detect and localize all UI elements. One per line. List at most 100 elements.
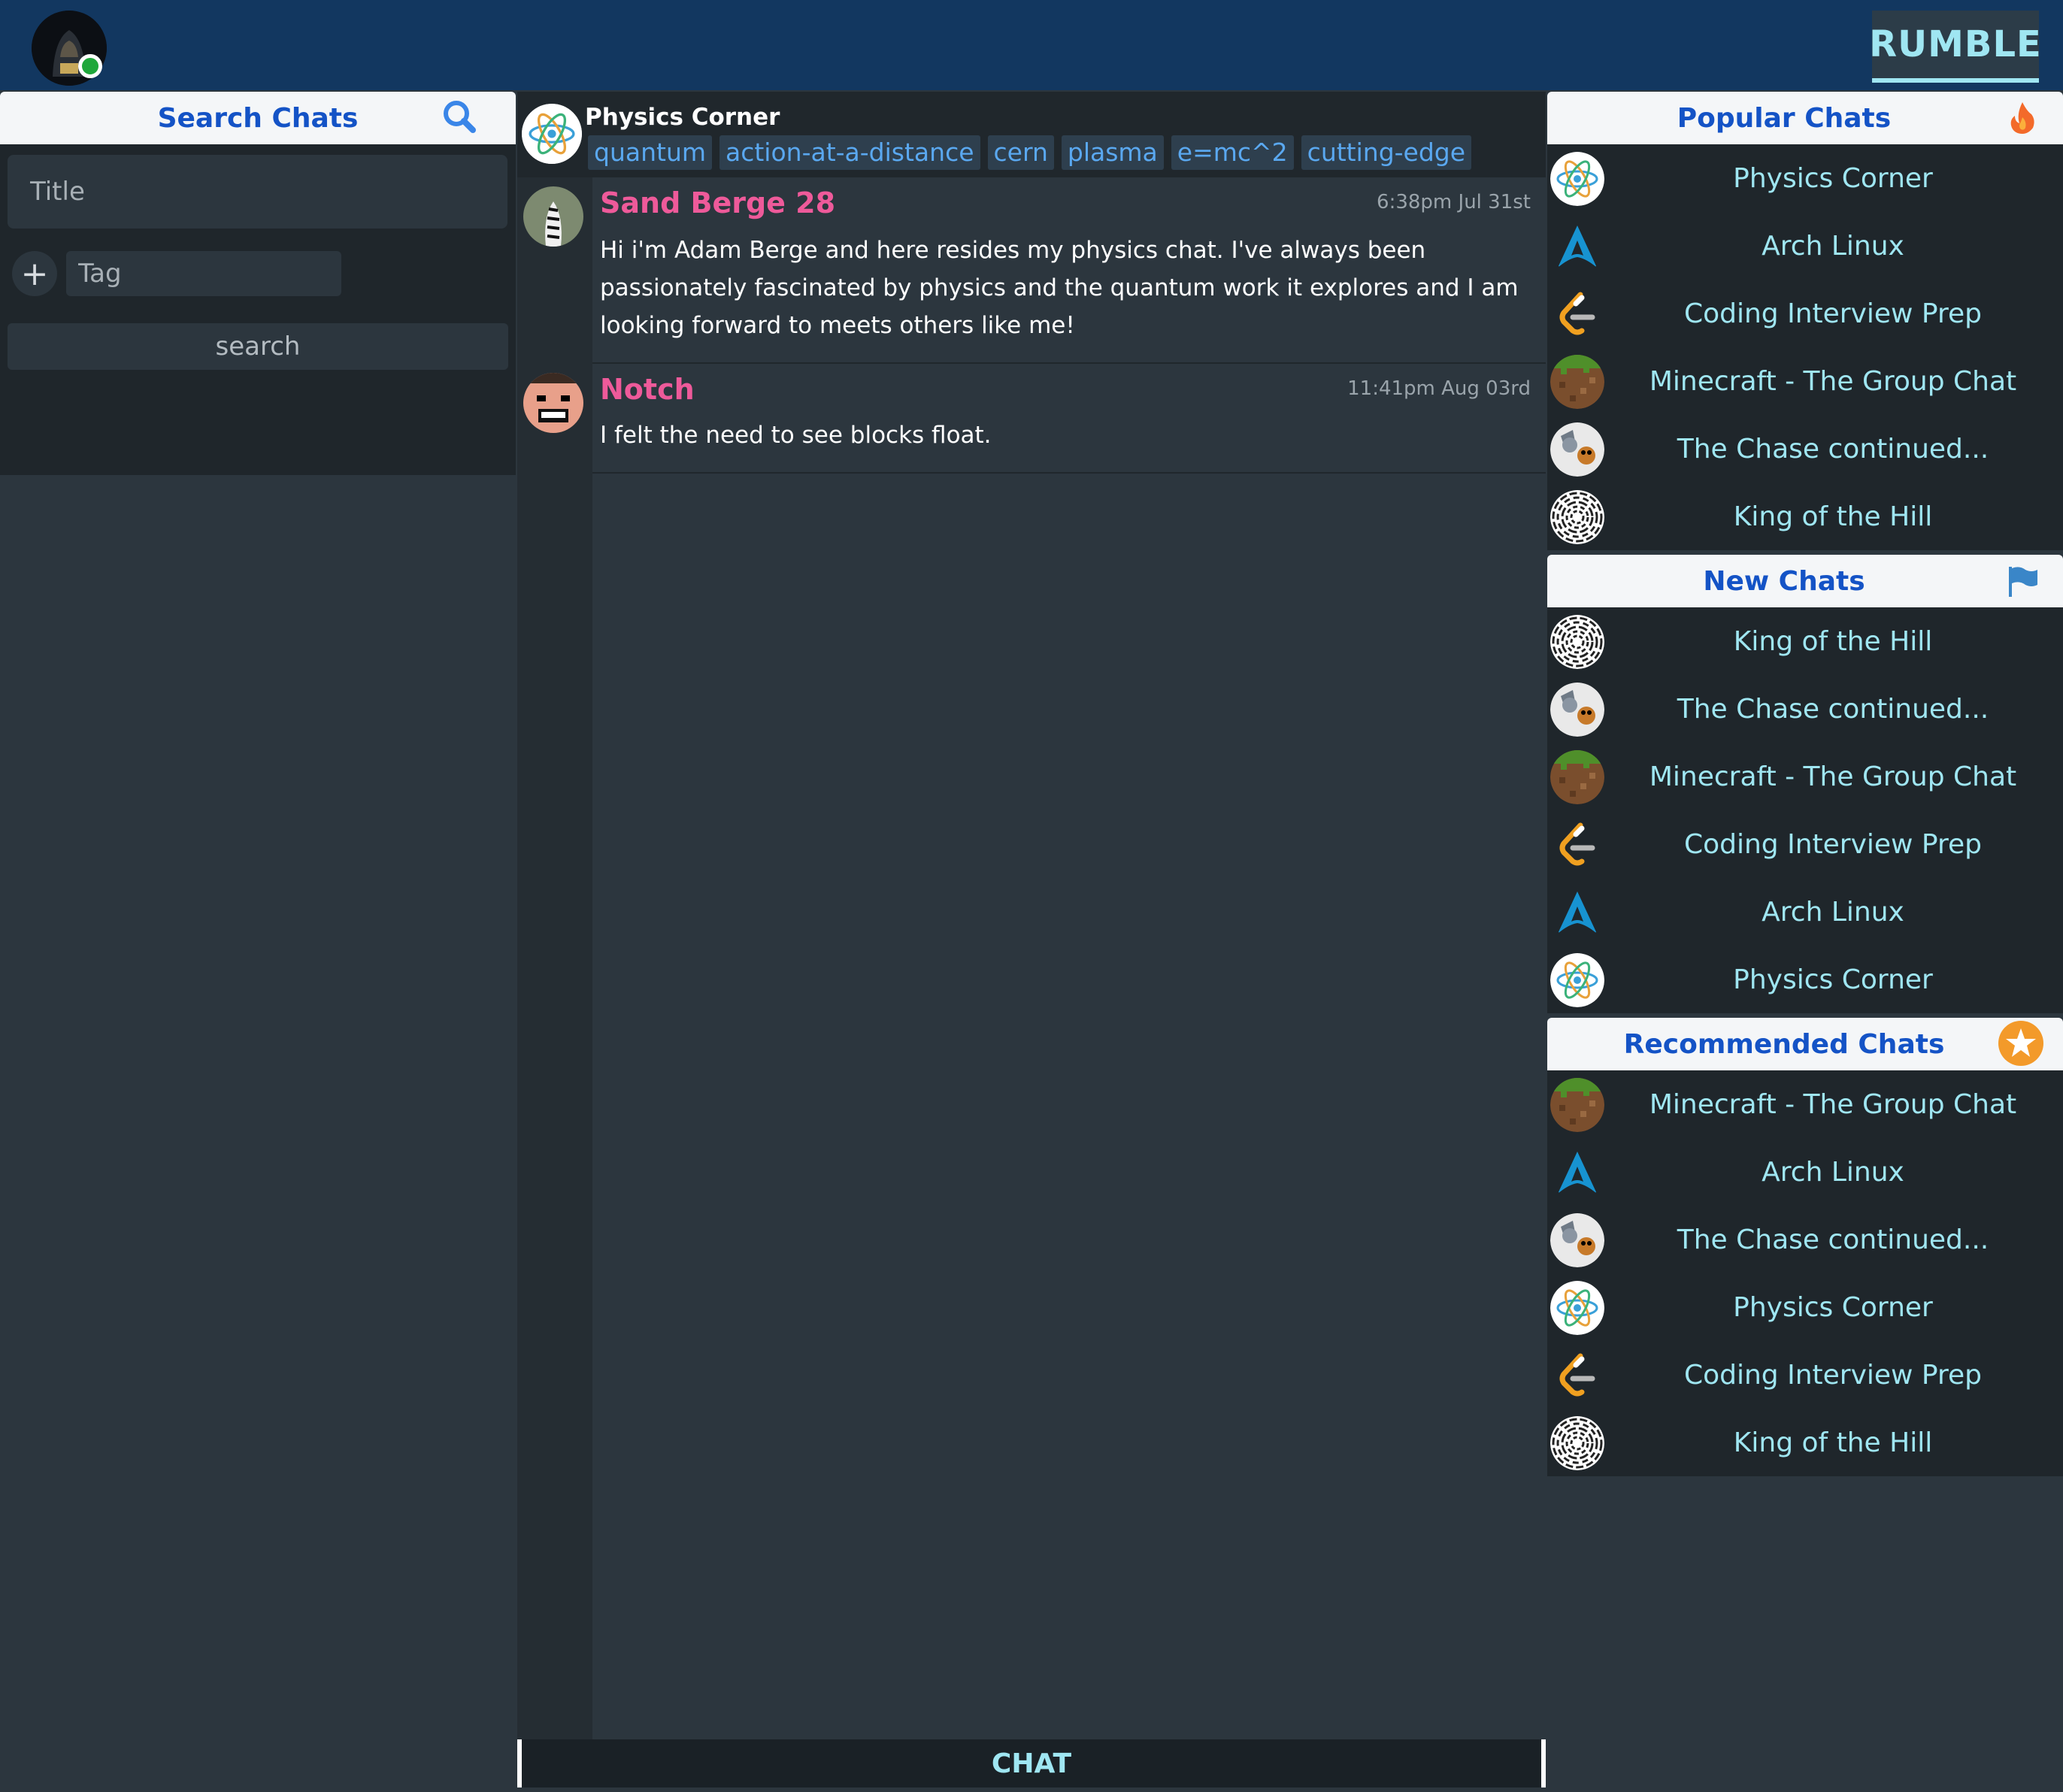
maze-icon [1550,1416,1604,1470]
recommended-chats-header: Recommended Chats [1547,1018,2063,1070]
list-item-label: Coding Interview Prep [1683,298,1983,329]
list-item-label: King of the Hill [1733,501,1933,532]
message-text: I felt the need to see blocks float. [600,422,992,449]
maze-icon [1550,615,1604,669]
list-item[interactable]: Arch Linux [1547,878,2063,946]
tag-input[interactable] [66,251,341,296]
chat-tag[interactable]: quantum [588,135,712,170]
dirt-block-icon [1550,750,1604,804]
list-item[interactable]: Physics Corner [1547,1273,2063,1341]
list-item-label: Physics Corner [1733,1291,1933,1323]
dirt-block-icon [1550,355,1604,409]
zebra-icon [523,186,583,247]
notch-icon [523,373,583,433]
leetcode-icon [1550,1349,1604,1403]
chat-tag[interactable]: plasma [1061,135,1164,170]
popular-chats-list: Physics Corner Arch Linux Coding Intervi… [1547,144,2063,550]
star-icon [1998,1021,2043,1066]
atom-icon [522,104,582,164]
arch-icon [1550,885,1604,940]
leetcode-icon [1550,818,1604,872]
search-panel: Search Chats + search [0,92,516,1792]
maze-icon [1550,490,1604,544]
chat-tag[interactable]: cutting-edge [1301,135,1472,170]
chat-tags: quantum action-at-a-distance cern plasma… [588,135,1472,170]
list-item[interactable]: Arch Linux [1547,1138,2063,1206]
add-tag-button[interactable]: + [12,251,57,296]
tom-jerry-icon [1550,1213,1604,1267]
list-item-label: Minecraft - The Group Chat [1649,1088,2017,1120]
search-icon[interactable] [442,99,477,134]
popular-chats-title: Popular Chats [1677,102,1892,134]
new-chats-title: New Chats [1703,565,1865,597]
list-item-label: Arch Linux [1762,230,1904,262]
message-username[interactable]: Notch [600,373,695,406]
brand-logo-button[interactable]: RUMBLE [1869,11,2041,83]
atom-icon [1550,953,1604,1007]
list-item[interactable]: Physics Corner [1547,946,2063,1013]
chat-input-bar[interactable]: CHAT [517,1739,1546,1787]
popular-chats-header: Popular Chats [1547,92,2063,144]
list-item-label: Coding Interview Prep [1683,1359,1983,1391]
message: Sand Berge 28 6:38pm Jul 31st Hi i'm Ada… [523,177,1546,364]
list-item[interactable]: King of the Hill [1547,1409,2063,1476]
dirt-block-icon [1550,1078,1604,1132]
message-timestamp: 6:38pm Jul 31st [1377,191,1531,213]
new-chats-header: New Chats [1547,555,2063,607]
list-item[interactable]: King of the Hill [1547,607,2063,675]
list-item-label: King of the Hill [1733,1427,1933,1458]
recommended-chats-list: Minecraft - The Group Chat Arch Linux Th… [1547,1070,2063,1476]
new-chats-list: King of the Hill The Chase continued... … [1547,607,2063,1013]
online-status-dot [78,54,102,78]
list-item-label: The Chase continued... [1677,1224,1989,1255]
leetcode-icon [1550,287,1604,341]
list-item[interactable]: Arch Linux [1547,212,2063,280]
chat-title: Physics Corner [585,104,780,131]
chat-tag[interactable]: e=mc^2 [1171,135,1294,170]
list-item[interactable]: Minecraft - The Group Chat [1547,1070,2063,1138]
message-username[interactable]: Sand Berge 28 [600,186,835,219]
search-chats-header: Search Chats [0,92,516,144]
list-item[interactable]: Physics Corner [1547,144,2063,212]
list-item[interactable]: Minecraft - The Group Chat [1547,743,2063,810]
list-item-label: Arch Linux [1762,896,1904,928]
list-item-label: Minecraft - The Group Chat [1649,365,2017,397]
tom-jerry-icon [1550,422,1604,477]
list-item-label: The Chase continued... [1677,433,1989,465]
message: Notch 11:41pm Aug 03rd I felt the need t… [523,364,1546,474]
list-item[interactable]: Coding Interview Prep [1547,280,2063,347]
atom-icon [1550,152,1604,206]
list-item[interactable]: The Chase continued... [1547,1206,2063,1273]
list-item[interactable]: Minecraft - The Group Chat [1547,347,2063,415]
message-text: Hi i'm Adam Berge and here resides my ph… [600,237,1519,339]
chat-tag[interactable]: cern [987,135,1054,170]
search-chats-title: Search Chats [157,102,359,134]
top-bar: RUMBLE [0,0,2063,90]
list-item[interactable]: Coding Interview Prep [1547,1341,2063,1409]
list-item-label: Arch Linux [1762,1156,1904,1188]
chat-lists-panel: Popular Chats Physics Corner Arch Linux … [1547,92,2063,1792]
chat-tag[interactable]: action-at-a-distance [719,135,980,170]
list-item-label: King of the Hill [1733,625,1933,657]
chat-header: Physics Corner quantum action-at-a-dista… [517,92,1546,177]
list-item[interactable]: The Chase continued... [1547,675,2063,743]
list-item-label: Minecraft - The Group Chat [1649,761,2017,792]
list-item[interactable]: King of the Hill [1547,483,2063,550]
search-button[interactable]: search [8,323,508,370]
zebra-avatar[interactable] [523,186,583,247]
notch-avatar[interactable] [523,373,583,433]
list-item-label: Physics Corner [1733,964,1933,995]
title-input[interactable] [8,155,507,229]
tom-jerry-icon [1550,683,1604,737]
message-timestamp: 11:41pm Aug 03rd [1347,377,1531,400]
fire-icon [2010,102,2034,134]
recommended-chats-title: Recommended Chats [1623,1028,1945,1060]
list-item[interactable]: The Chase continued... [1547,415,2063,483]
flag-icon [2009,567,2037,597]
list-item-label: Coding Interview Prep [1683,828,1983,860]
chat-panel: Physics Corner quantum action-at-a-dista… [517,92,1546,1792]
arch-icon [1550,219,1604,274]
list-item[interactable]: Coding Interview Prep [1547,810,2063,878]
list-item-label: Physics Corner [1733,162,1933,194]
list-item-label: The Chase continued... [1677,693,1989,725]
